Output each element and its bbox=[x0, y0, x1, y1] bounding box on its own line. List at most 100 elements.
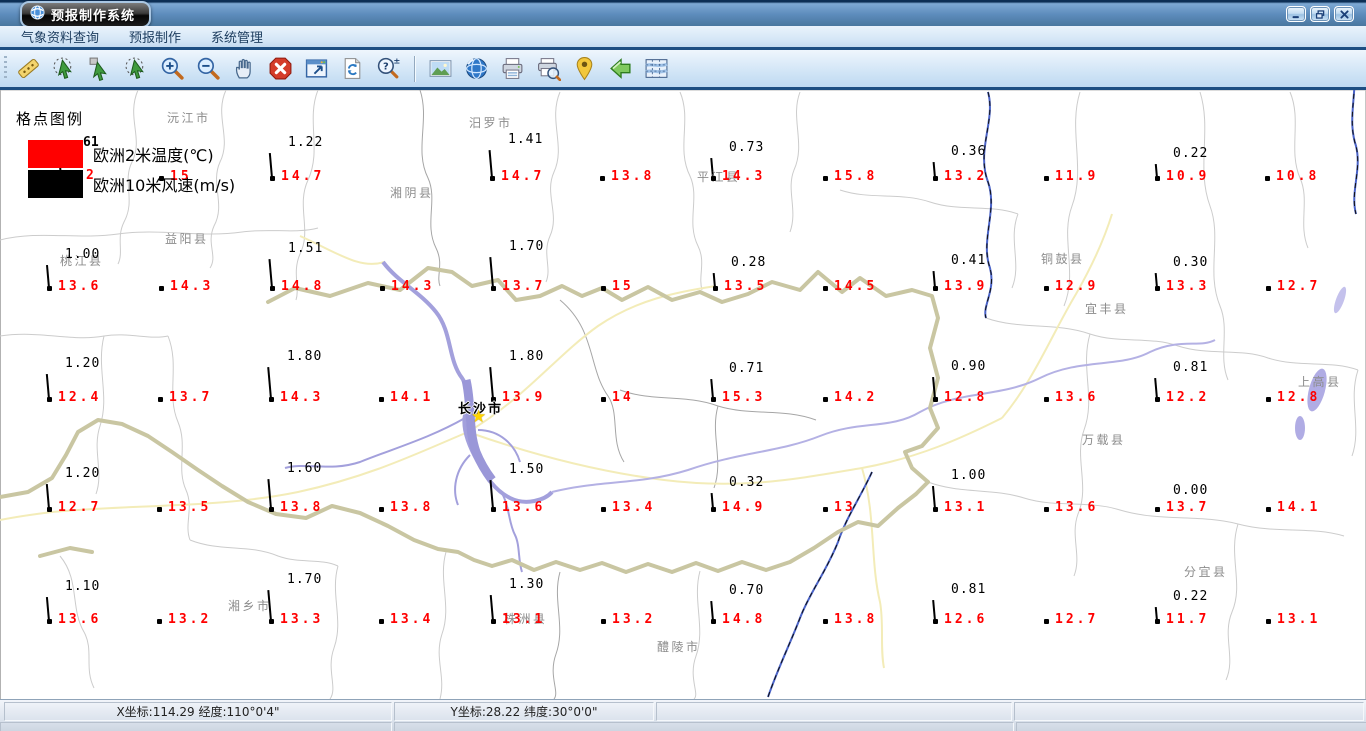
clear-selection-button[interactable] bbox=[122, 54, 151, 83]
station-dot bbox=[269, 507, 274, 512]
print-icon bbox=[502, 58, 523, 79]
station-dot bbox=[933, 397, 938, 402]
select-features-button[interactable] bbox=[50, 54, 79, 83]
print-button[interactable] bbox=[498, 54, 527, 83]
temperature-value: 13.6 bbox=[58, 279, 102, 294]
image-icon bbox=[429, 60, 452, 77]
locate-pin-button[interactable] bbox=[570, 54, 599, 83]
wind-barb bbox=[488, 150, 493, 179]
zoom-in-icon bbox=[161, 57, 184, 80]
temperature-value: 13.2 bbox=[168, 612, 212, 627]
wind-barb bbox=[489, 257, 494, 289]
station-dot bbox=[1044, 176, 1049, 181]
globe-icon bbox=[465, 57, 488, 80]
station-dot bbox=[711, 507, 716, 512]
identify-icon: ?± bbox=[377, 56, 400, 79]
legend-label: 欧洲10米风速(m/s) bbox=[93, 176, 236, 195]
temperature-value: 13.3 bbox=[1166, 279, 1210, 294]
temperature-value: 13.8 bbox=[611, 169, 655, 184]
station-dot bbox=[601, 397, 606, 402]
wind-speed-value: 1.60 bbox=[287, 461, 323, 476]
toolbar-separator bbox=[414, 55, 415, 82]
wind-speed-value: 1.50 bbox=[509, 462, 545, 477]
map-overview-button[interactable] bbox=[642, 54, 671, 83]
temperature-value: 13.7 bbox=[502, 279, 546, 294]
station-dot bbox=[379, 619, 384, 624]
temperature-value: 13.9 bbox=[944, 279, 988, 294]
wind-speed-value: 1.51 bbox=[288, 241, 324, 256]
menu-forecast-production[interactable]: 预报制作 bbox=[114, 26, 196, 47]
wind-speed-value: 0.28 bbox=[731, 255, 767, 270]
station-dot bbox=[711, 397, 716, 402]
temperature-value: 13 bbox=[834, 500, 856, 515]
temperature-value: 13.6 bbox=[1055, 390, 1099, 405]
station-dot bbox=[601, 619, 606, 624]
temperature-value: 13.8 bbox=[834, 612, 878, 627]
status-subcell-3 bbox=[1016, 722, 1366, 731]
window-controls bbox=[1286, 6, 1354, 22]
temperature-value: 14.3 bbox=[391, 279, 435, 294]
temperature-value: 14.3 bbox=[722, 169, 766, 184]
temperature-value: 15 bbox=[612, 279, 634, 294]
wind-barb bbox=[489, 480, 494, 510]
temperature-value: 13.2 bbox=[612, 612, 656, 627]
print-preview-icon bbox=[538, 58, 561, 81]
back-button[interactable] bbox=[606, 54, 635, 83]
temperature-value: 13.4 bbox=[390, 612, 434, 627]
station-dot bbox=[1044, 286, 1049, 291]
station-dot bbox=[1044, 619, 1049, 624]
station-dot bbox=[933, 286, 938, 291]
measure-tool-button[interactable] bbox=[14, 54, 43, 83]
temperature-value: 11.9 bbox=[1055, 169, 1099, 184]
stop-button[interactable] bbox=[266, 54, 295, 83]
temperature-value: 13.9 bbox=[502, 390, 546, 405]
wind-barb bbox=[267, 367, 272, 400]
wind-speed-value: 0.81 bbox=[1173, 360, 1209, 375]
full-extent-button[interactable] bbox=[302, 54, 331, 83]
wind-speed-value: 0.81 bbox=[951, 582, 987, 597]
close-button[interactable] bbox=[1334, 6, 1354, 22]
station-dot bbox=[157, 507, 162, 512]
wind-barb bbox=[932, 376, 936, 400]
legend-swatch bbox=[28, 170, 83, 198]
wind-barb bbox=[45, 265, 50, 289]
zoom-in-button[interactable] bbox=[158, 54, 187, 83]
toolbar: ? ± bbox=[0, 50, 1366, 87]
refresh-button[interactable] bbox=[338, 54, 367, 83]
status-bar: X坐标:114.29 经度:110°0'4" Y坐标:28.22 纬度:30°0… bbox=[0, 699, 1366, 731]
wind-barb bbox=[268, 153, 273, 179]
identify-button[interactable]: ? ± bbox=[374, 54, 403, 83]
map-grid-icon bbox=[645, 59, 668, 78]
station-dot bbox=[47, 507, 52, 512]
restore-button[interactable] bbox=[1310, 6, 1330, 22]
print-preview-button[interactable] bbox=[534, 54, 563, 83]
station-dot bbox=[269, 619, 274, 624]
station-dot bbox=[713, 286, 718, 291]
minimize-button[interactable] bbox=[1286, 6, 1306, 22]
wind-speed-value: 1.41 bbox=[508, 132, 544, 147]
station-dot bbox=[379, 507, 384, 512]
city-star-icon: ★ bbox=[471, 407, 487, 427]
wind-speed-value: 1.22 bbox=[288, 135, 324, 150]
globe-view-button[interactable] bbox=[462, 54, 491, 83]
menu-weather-data-query[interactable]: 气象资料查询 bbox=[6, 26, 114, 47]
menu-system-management[interactable]: 系统管理 bbox=[196, 26, 278, 47]
zoom-out-button[interactable] bbox=[194, 54, 223, 83]
back-icon bbox=[610, 58, 631, 79]
wind-barb bbox=[45, 597, 50, 622]
pointer-select-button[interactable] bbox=[86, 54, 115, 83]
pan-button[interactable] bbox=[230, 54, 259, 83]
wind-barb bbox=[45, 484, 50, 510]
station-dot bbox=[933, 176, 938, 181]
city-label: 湘阴县 bbox=[390, 186, 434, 200]
app-window: 预报制作系统 气象资料查询 预报制作 系统管理 ? ± 15 14.7 1.22… bbox=[0, 0, 1366, 731]
export-image-button[interactable] bbox=[426, 54, 455, 83]
temperature-value: 13.1 bbox=[1277, 612, 1321, 627]
win-close-icon bbox=[1339, 9, 1349, 19]
stop-icon bbox=[269, 57, 292, 80]
temperature-value: 14 bbox=[612, 390, 634, 405]
map-canvas[interactable]: 15 14.7 1.22 14.7 1.41 13.8 14.3 0.73 15.8 13.2 0.… bbox=[0, 90, 1366, 699]
station-dot bbox=[600, 176, 605, 181]
city-label: 分宜县 bbox=[1184, 565, 1228, 579]
station-dot bbox=[269, 397, 274, 402]
